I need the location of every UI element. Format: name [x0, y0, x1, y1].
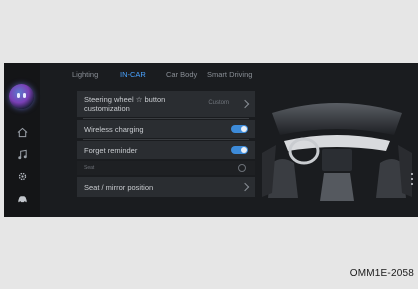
- steering-wheel-label-line2: customization: [84, 104, 130, 113]
- side-rail: [4, 63, 40, 217]
- tab-lighting[interactable]: Lighting: [72, 70, 98, 79]
- seat-label: Seat: [84, 165, 95, 171]
- tab-car-body[interactable]: Car Body: [166, 70, 197, 79]
- car-icon[interactable]: [17, 193, 28, 204]
- tab-in-car[interactable]: IN-CAR: [120, 70, 146, 79]
- forget-reminder-row: Forget reminder: [77, 141, 255, 159]
- chevron-right-icon: [240, 99, 250, 109]
- wireless-charging-toggle[interactable]: [231, 125, 248, 133]
- car-interior-image: [262, 93, 412, 203]
- figure-caption: OMM1E-2058: [349, 268, 414, 279]
- settings-icon[interactable]: [17, 171, 28, 182]
- seat-row[interactable]: Seat: [77, 161, 255, 175]
- wireless-charging-label: Wireless charging: [84, 125, 144, 134]
- divider: [83, 118, 249, 119]
- wireless-charging-row: Wireless charging: [77, 120, 255, 138]
- seat-mirror-position-label: Seat / mirror position: [84, 183, 154, 192]
- forget-reminder-toggle[interactable]: [231, 146, 248, 154]
- steering-wheel-button-row[interactable]: Steering wheel ☆ button customization Cu…: [77, 91, 255, 117]
- seat-mirror-position-row[interactable]: Seat / mirror position: [77, 177, 255, 197]
- forget-reminder-label: Forget reminder: [84, 146, 138, 155]
- tab-smart-driving[interactable]: Smart Driving: [207, 70, 252, 79]
- chevron-right-icon: [240, 182, 250, 192]
- settings-list: Steering wheel ☆ button customization Cu…: [77, 91, 255, 209]
- home-icon[interactable]: [17, 127, 28, 138]
- divider: [83, 139, 249, 140]
- scroll-indicator: [411, 173, 414, 203]
- seat-radio[interactable]: [238, 164, 246, 172]
- infotainment-screen: Lighting IN-CAR Car Body Smart Driving S…: [4, 63, 418, 217]
- assistant-icon[interactable]: [9, 84, 34, 109]
- music-icon[interactable]: [17, 149, 28, 160]
- steering-wheel-label-line1: Steering wheel ☆ button: [84, 95, 166, 104]
- steering-wheel-value: Custom: [208, 100, 229, 106]
